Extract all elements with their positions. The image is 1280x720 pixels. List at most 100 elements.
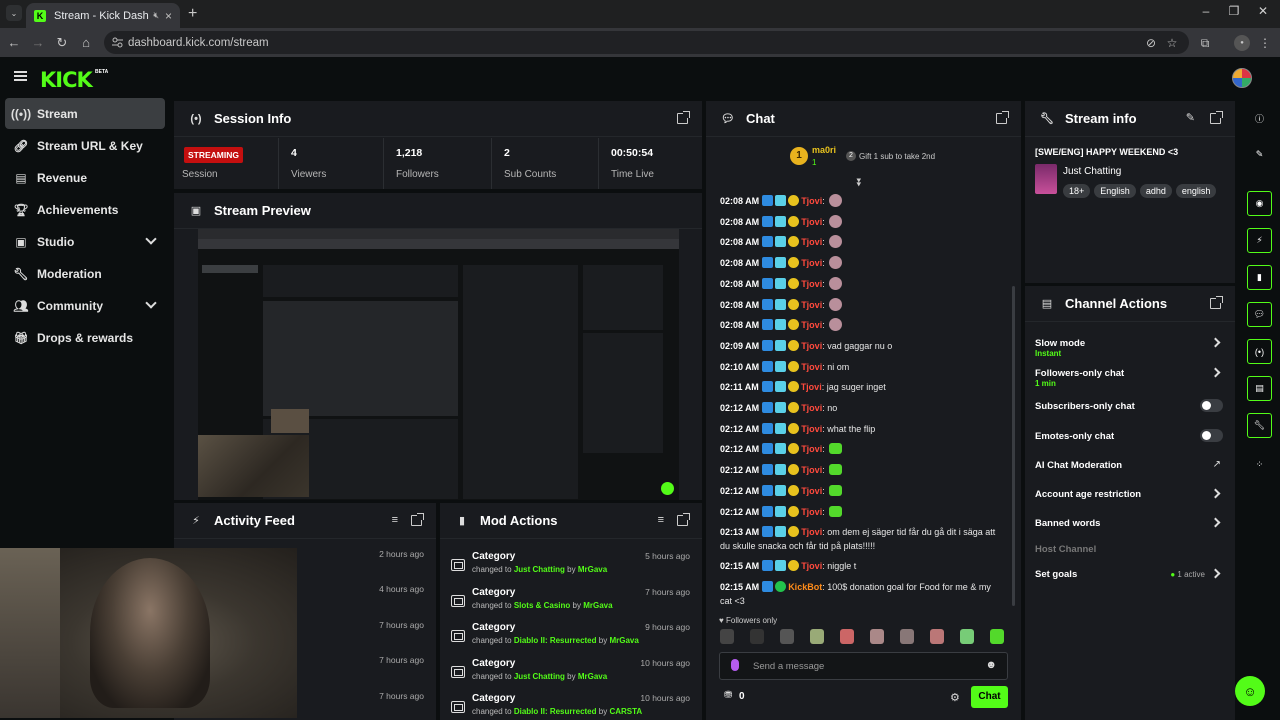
sidebar-item-revenue[interactable]: ▤ Revenue bbox=[5, 162, 165, 193]
chat-scrollbar[interactable] bbox=[1012, 286, 1015, 606]
emoji-icon[interactable]: ☻ bbox=[985, 659, 997, 671]
chat-message[interactable]: 02:08 AM Tjovi: bbox=[720, 297, 1003, 312]
chat-widget-icon[interactable]: 💬︎ bbox=[1247, 302, 1272, 327]
chat-input-box[interactable]: Send a message ☻ bbox=[719, 652, 1008, 680]
emote-option-icon[interactable] bbox=[900, 629, 914, 644]
moderator-name[interactable]: CARSTA bbox=[609, 707, 642, 716]
eye-off-icon[interactable]: ⊘ bbox=[1143, 35, 1159, 51]
chat-message[interactable]: 02:12 AM Tjovi: what the flip bbox=[720, 422, 1003, 436]
gift-prompt[interactable]: Gift 1 sub to take 2nd bbox=[859, 152, 935, 161]
message-username[interactable]: Tjovi bbox=[801, 527, 822, 537]
sidebar-item-stream-url-key[interactable]: 🔗︎ Stream URL & Key bbox=[5, 130, 165, 161]
category-link[interactable]: Just Chatting bbox=[514, 565, 565, 574]
message-username[interactable]: KickBot bbox=[788, 582, 822, 592]
send-chat-button[interactable]: Chat bbox=[971, 686, 1008, 708]
mute-tab-icon[interactable]: 🔇︎ bbox=[153, 10, 159, 21]
message-username[interactable]: Tjovi bbox=[801, 217, 822, 227]
moderator-name[interactable]: MrGava bbox=[583, 601, 612, 610]
more-widgets-icon[interactable]: ⁘ bbox=[1247, 452, 1272, 477]
kick-logo[interactable]: KICK bbox=[40, 68, 93, 92]
message-username[interactable]: Tjovi bbox=[801, 507, 822, 517]
chat-message[interactable]: 02:08 AM Tjovi: bbox=[720, 194, 1003, 208]
message-username[interactable]: Tjovi bbox=[801, 424, 822, 434]
chat-message[interactable]: 02:10 AM Tjovi: ni om bbox=[720, 360, 1003, 374]
mod-action-row[interactable]: Category changed to Diablo II: Resurrecte… bbox=[440, 616, 702, 652]
channel-action-account-age-restriction[interactable]: Account age restriction bbox=[1035, 485, 1223, 513]
mod-action-row[interactable]: Category changed to Slots & Casino by MrG… bbox=[440, 581, 702, 617]
popout-icon[interactable] bbox=[1210, 111, 1223, 124]
lightning-widget-icon[interactable]: ⚡︎ bbox=[1247, 228, 1272, 253]
sidebar-item-moderation[interactable]: 🔧︎ Moderation bbox=[5, 258, 165, 289]
message-username[interactable]: Tjovi bbox=[801, 444, 822, 454]
emote-option-icon[interactable] bbox=[990, 629, 1004, 644]
chat-message[interactable]: 02:12 AM Tjovi: bbox=[720, 442, 1003, 456]
chat-message[interactable]: 02:12 AM Tjovi: bbox=[720, 505, 1003, 519]
chat-message[interactable]: 02:12 AM Tjovi: no bbox=[720, 401, 1003, 415]
url-field[interactable]: dashboard.kick.com/stream bbox=[104, 31, 1189, 54]
mod-action-row[interactable]: Category changed to Just Chatting by MrGa… bbox=[440, 545, 702, 581]
sidebar-item-studio[interactable]: ▣ Studio bbox=[5, 226, 165, 257]
info-icon[interactable]: ⓘ bbox=[1247, 106, 1272, 131]
channel-action-ai-chat-moderation[interactable]: AI Chat Moderation ↗ bbox=[1035, 456, 1223, 484]
message-username[interactable]: Tjovi bbox=[801, 196, 822, 206]
message-username[interactable]: Tjovi bbox=[801, 465, 822, 475]
category-link[interactable]: Just Chatting bbox=[514, 672, 565, 681]
hamburger-menu-icon[interactable] bbox=[14, 71, 27, 81]
chat-message[interactable]: 02:08 AM Tjovi: bbox=[720, 214, 1003, 229]
channel-action-banned-words[interactable]: Banned words bbox=[1035, 514, 1223, 542]
new-tab-button[interactable]: + bbox=[188, 5, 197, 23]
home-button[interactable]: ⌂ bbox=[77, 34, 95, 52]
wrench-widget-icon[interactable]: 🔧︎ bbox=[1247, 413, 1272, 438]
popout-icon[interactable] bbox=[1210, 296, 1223, 309]
emote-option-icon[interactable] bbox=[810, 629, 824, 644]
emote-option-icon[interactable] bbox=[840, 629, 854, 644]
pin-arrow-icon[interactable]: ⏬︎ bbox=[857, 177, 863, 190]
tab-search-button[interactable]: ⌄ bbox=[6, 5, 22, 21]
extensions-icon[interactable]: ⧉ bbox=[1197, 35, 1213, 51]
popout-icon[interactable] bbox=[411, 513, 424, 526]
edit-pencil-icon[interactable]: ✎ bbox=[1186, 111, 1195, 124]
message-username[interactable]: Tjovi bbox=[801, 561, 822, 571]
support-chat-icon[interactable]: ☺ bbox=[1235, 676, 1265, 706]
message-username[interactable]: Tjovi bbox=[801, 237, 822, 247]
message-username[interactable]: Tjovi bbox=[801, 362, 822, 372]
sidebar-item-drops-rewards[interactable]: 🎁︎ Drops & rewards bbox=[5, 322, 165, 353]
toggle-switch[interactable] bbox=[1200, 429, 1223, 442]
chat-message[interactable]: 02:08 AM Tjovi: bbox=[720, 235, 1003, 249]
category-link[interactable]: Diablo II: Resurrected bbox=[514, 636, 597, 645]
broadcast-widget-icon[interactable]: (•) bbox=[1247, 339, 1272, 364]
sidebar-item-achievements[interactable]: 🏆︎ Achievements bbox=[5, 194, 165, 225]
bookmark-star-icon[interactable]: ☆ bbox=[1164, 35, 1180, 51]
message-username[interactable]: Tjovi bbox=[801, 341, 822, 351]
chat-message[interactable]: 02:12 AM Tjovi: bbox=[720, 484, 1003, 498]
moderator-name[interactable]: MrGava bbox=[578, 565, 607, 574]
toggle-switch[interactable] bbox=[1200, 399, 1223, 412]
moderator-name[interactable]: MrGava bbox=[578, 672, 607, 681]
minimize-button[interactable]: – bbox=[1196, 4, 1216, 18]
emote-option-icon[interactable] bbox=[780, 629, 794, 644]
user-avatar[interactable] bbox=[1232, 68, 1252, 88]
sidebar-item-stream[interactable]: ((•)) Stream bbox=[5, 98, 165, 129]
channel-action-set-goals[interactable]: Set goals ● 1 active bbox=[1035, 565, 1223, 593]
site-info-icon[interactable] bbox=[112, 37, 123, 48]
chat-message[interactable]: 02:11 AM Tjovi: jag suger inget bbox=[720, 380, 1003, 394]
top-gifter-name[interactable]: ma0ri bbox=[812, 145, 836, 155]
moderator-name[interactable]: MrGava bbox=[609, 636, 638, 645]
message-username[interactable]: Tjovi bbox=[801, 320, 822, 330]
emote-option-icon[interactable] bbox=[750, 629, 764, 644]
microphone-icon[interactable] bbox=[731, 659, 739, 671]
chat-message[interactable]: 02:15 AM KickBot: 100$ donation goal for … bbox=[720, 580, 1003, 608]
close-window-button[interactable]: ✕ bbox=[1253, 4, 1273, 18]
filter-icon[interactable]: ≡ bbox=[658, 514, 664, 526]
channel-action-followers-only-chat[interactable]: Followers-only chat 1 min bbox=[1035, 364, 1223, 392]
mod-action-row[interactable]: Category changed to Just Chatting by MrGa… bbox=[440, 652, 702, 688]
popout-icon[interactable] bbox=[677, 111, 690, 124]
message-username[interactable]: Tjovi bbox=[801, 258, 822, 268]
forward-button[interactable]: → bbox=[29, 34, 47, 52]
message-username[interactable]: Tjovi bbox=[801, 279, 822, 289]
session-widget-icon[interactable]: ◉ bbox=[1247, 191, 1272, 216]
back-button[interactable]: ← bbox=[5, 34, 23, 52]
chat-message[interactable]: 02:09 AM Tjovi: vad gaggar nu o bbox=[720, 339, 1003, 353]
emote-option-icon[interactable] bbox=[870, 629, 884, 644]
channel-action-emotes-only-chat[interactable]: Emotes-only chat bbox=[1035, 427, 1223, 455]
